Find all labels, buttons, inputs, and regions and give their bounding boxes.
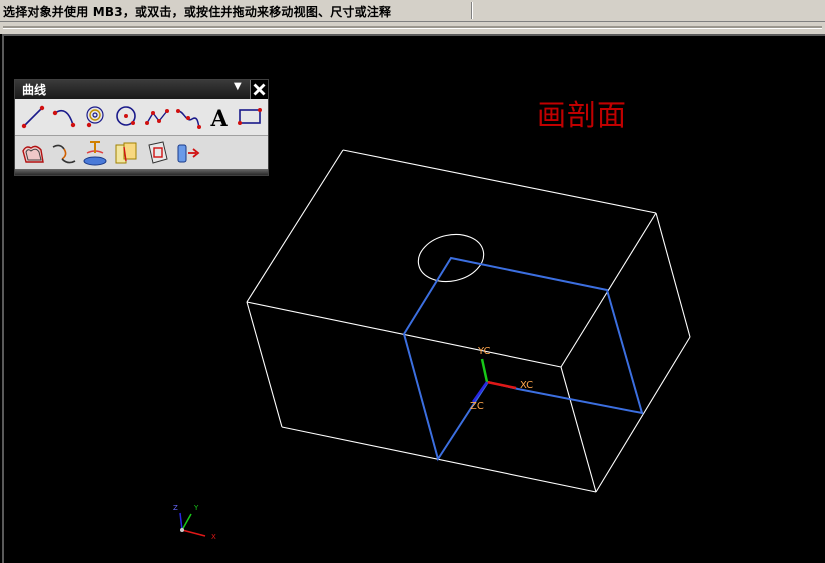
status-bar-divider <box>471 2 472 19</box>
section-profile[interactable] <box>402 256 644 462</box>
section-annotation: 画剖面 <box>537 98 628 132</box>
text-tool-glyph: A <box>209 106 228 131</box>
wcs-z-axis <box>471 381 489 403</box>
wcs-xc-label: XC <box>520 380 534 391</box>
toolbar-row-basic-curves: A <box>15 99 268 136</box>
block-edge <box>595 336 691 493</box>
text-icon[interactable]: A <box>205 103 233 131</box>
spiral-icon[interactable] <box>81 103 109 131</box>
toolbar-footer <box>15 169 268 175</box>
studio-spline-icon[interactable] <box>143 103 171 131</box>
view-triad <box>179 512 206 537</box>
spline-icon[interactable] <box>174 103 202 131</box>
toolbar-title: 曲线 <box>22 83 47 97</box>
view-triad-y-label: Y <box>194 504 199 512</box>
wcs-x-axis <box>486 380 517 390</box>
toolbar-title-bar[interactable]: 曲线 ▼ <box>15 80 268 99</box>
block-edge <box>281 426 597 493</box>
intersection-curve-icon[interactable] <box>112 139 140 167</box>
block-edge <box>560 366 597 493</box>
view-triad-x-axis <box>181 529 206 537</box>
block-edge <box>246 301 283 428</box>
circle-icon[interactable] <box>112 103 140 131</box>
projected-curve-icon[interactable] <box>81 139 109 167</box>
close-icon <box>253 83 266 96</box>
extract-curve-icon[interactable] <box>174 139 202 167</box>
block-edges[interactable] <box>246 149 691 493</box>
status-prompt: 选择对象并使用 MB3，或双击，或按住并拖动来移动视图、尺寸或注释 <box>3 5 392 19</box>
arc-icon[interactable] <box>50 103 78 131</box>
block-edge <box>342 149 657 214</box>
wcs-yc-label: YC <box>478 346 491 357</box>
wcs-zc-label: ZC <box>470 401 484 412</box>
view-triad-y-axis <box>181 513 192 531</box>
offset-curve-icon[interactable] <box>19 139 47 167</box>
toolbar-menu-dropdown-icon[interactable]: ▼ <box>234 81 242 92</box>
block-edge <box>655 212 691 338</box>
view-triad-origin <box>180 528 184 532</box>
view-triad-x-label: X <box>211 533 216 541</box>
bridge-curve-icon[interactable] <box>50 139 78 167</box>
wcs-y-axis <box>480 358 489 383</box>
curve-toolbar[interactable]: 曲线 ▼ A <box>14 79 269 176</box>
section-curve-icon[interactable] <box>143 139 171 167</box>
view-triad-z-axis <box>179 512 183 531</box>
rectangle-icon[interactable] <box>236 103 264 131</box>
view-triad-z-label: Z <box>173 504 178 512</box>
toolbar-close-button[interactable] <box>250 80 268 99</box>
block-edge <box>560 212 657 368</box>
line-icon[interactable] <box>19 103 47 131</box>
cue-line-groove <box>3 26 822 29</box>
cue-line-bar <box>0 22 825 34</box>
toolbar-row-derived-curves <box>15 136 268 169</box>
status-bar: 选择对象并使用 MB3，或双击，或按住并拖动来移动视图、尺寸或注释 <box>0 0 825 22</box>
